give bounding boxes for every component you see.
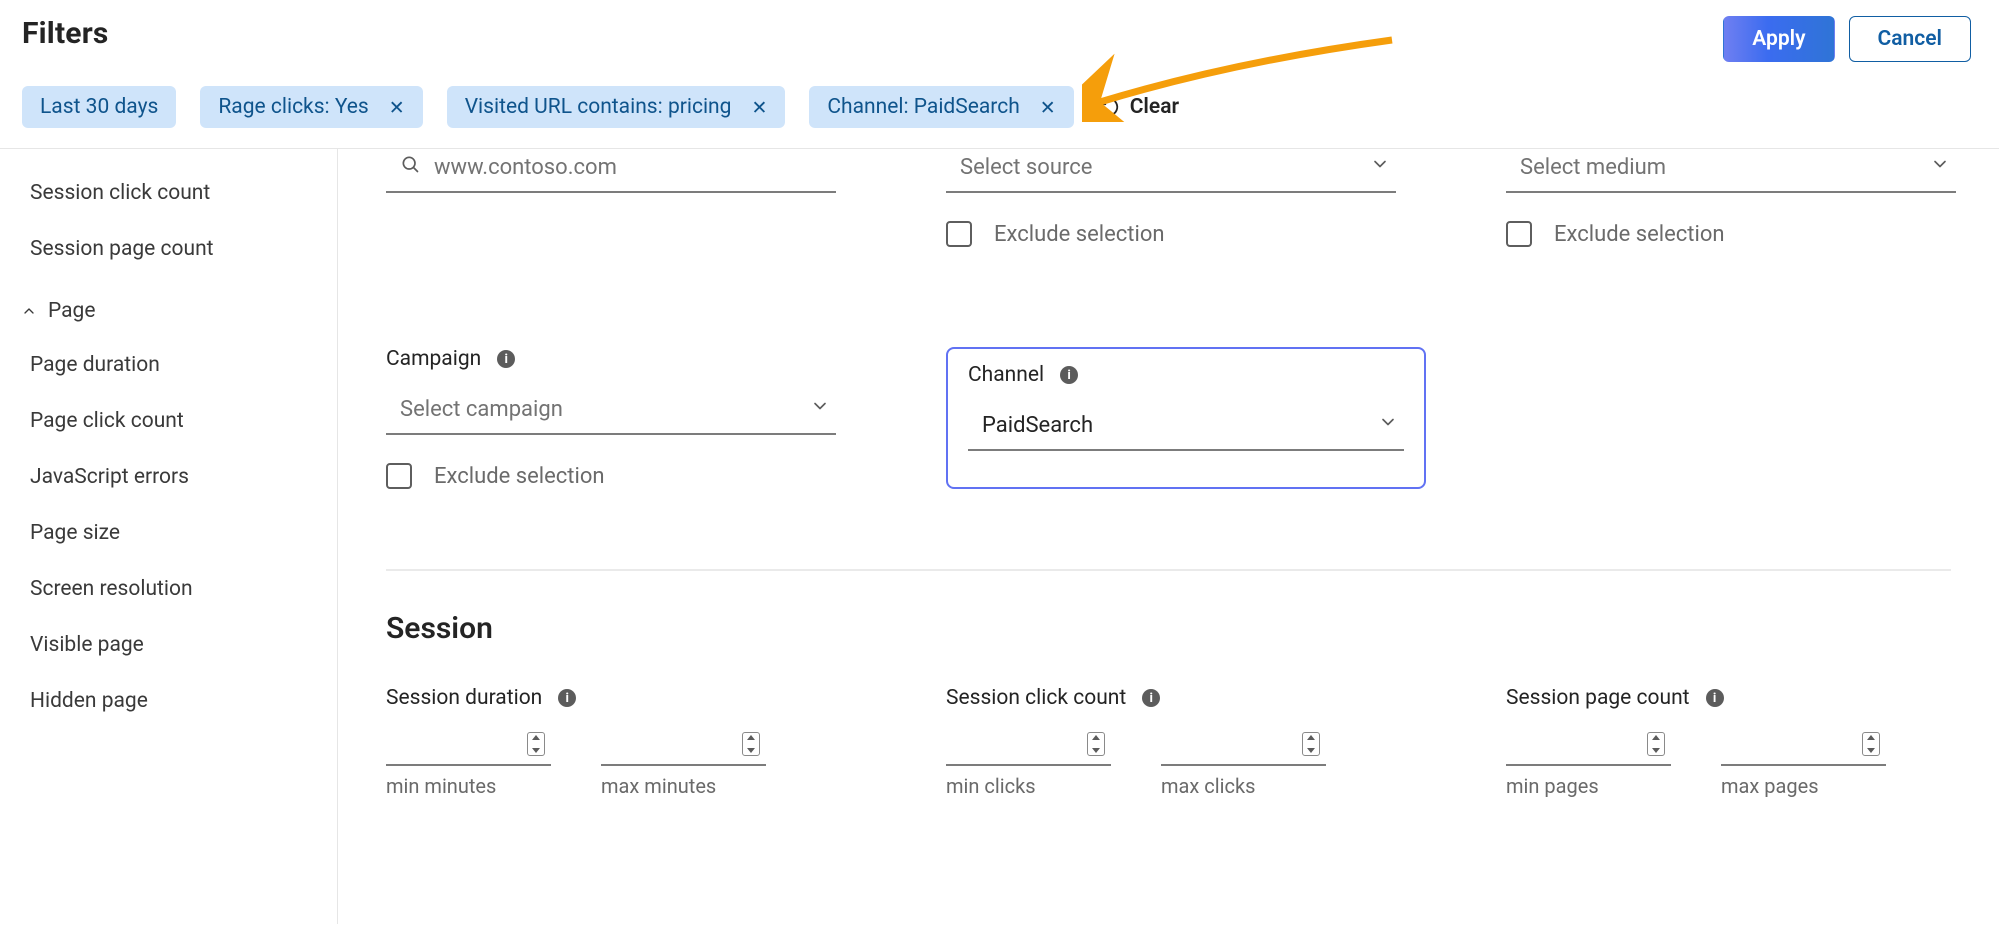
min-minutes-caption: min minutes (386, 774, 551, 798)
sidebar-group-label: Page (48, 299, 96, 323)
number-spinner[interactable] (1862, 732, 1880, 756)
sidebar-item-hidden-page[interactable]: Hidden page (18, 673, 327, 729)
channel-label: Channel (968, 363, 1044, 387)
session-click-count-label: Session click count (946, 686, 1126, 710)
session-clicks-max-input[interactable] (1161, 724, 1326, 766)
sidebar-item-page-size[interactable]: Page size (18, 505, 327, 561)
chip-label: Last 30 days (40, 95, 158, 119)
filter-category-sidebar: Session click count Session page count P… (0, 149, 338, 924)
source-select[interactable]: Select source (946, 149, 1396, 193)
exclude-campaign-label: Exclude selection (434, 464, 605, 489)
info-icon[interactable]: i (1060, 366, 1078, 384)
sidebar-item-page-click-count[interactable]: Page click count (18, 393, 327, 449)
close-icon[interactable]: ✕ (1040, 98, 1056, 117)
apply-button[interactable]: Apply (1723, 16, 1834, 62)
info-icon[interactable]: i (497, 350, 515, 368)
min-pages-caption: min pages (1506, 774, 1671, 798)
reset-icon (1098, 96, 1120, 118)
number-spinner[interactable] (742, 732, 760, 756)
number-spinner[interactable] (527, 732, 545, 756)
min-clicks-caption: min clicks (946, 774, 1111, 798)
number-spinner[interactable] (1647, 732, 1665, 756)
chevron-up-icon (20, 303, 38, 319)
info-icon[interactable]: i (1706, 689, 1724, 707)
sidebar-item-screen-resolution[interactable]: Screen resolution (18, 561, 327, 617)
channel-value: PaidSearch (982, 413, 1093, 438)
channel-select[interactable]: PaidSearch (968, 401, 1404, 451)
cancel-button[interactable]: Cancel (1849, 16, 1971, 62)
page-title: Filters (22, 16, 109, 51)
exclude-campaign-checkbox[interactable] (386, 463, 412, 489)
chevron-down-icon (1378, 412, 1398, 438)
clear-filters-button[interactable]: Clear (1098, 95, 1179, 119)
medium-select[interactable]: Select medium (1506, 149, 1956, 193)
filter-chip-rage-clicks[interactable]: Rage clicks: Yes ✕ (200, 86, 422, 128)
chip-label: Rage clicks: Yes (218, 95, 368, 119)
exclude-medium-label: Exclude selection (1554, 222, 1725, 247)
number-spinner[interactable] (1302, 732, 1320, 756)
sidebar-group-page[interactable]: Page (18, 277, 327, 337)
sidebar-item-session-page-count[interactable]: Session page count (18, 221, 327, 277)
campaign-placeholder: Select campaign (400, 397, 563, 422)
chevron-down-icon (810, 396, 830, 422)
session-pages-min-input[interactable] (1506, 724, 1671, 766)
url-input[interactable]: www.contoso.com (386, 149, 836, 193)
session-duration-max-input[interactable] (601, 724, 766, 766)
info-icon[interactable]: i (558, 689, 576, 707)
campaign-select[interactable]: Select campaign (386, 385, 836, 435)
exclude-source-label: Exclude selection (994, 222, 1165, 247)
session-duration-min-input[interactable] (386, 724, 551, 766)
section-divider (386, 569, 1951, 571)
close-icon[interactable]: ✕ (389, 98, 405, 117)
exclude-source-checkbox[interactable] (946, 221, 972, 247)
source-placeholder: Select source (960, 155, 1092, 180)
filter-chip-channel[interactable]: Channel: PaidSearch ✕ (809, 86, 1073, 128)
channel-field-highlighted: Channel i PaidSearch (946, 347, 1426, 489)
filter-form-area: www.contoso.com Select source Exclude se… (338, 149, 1999, 924)
max-pages-caption: max pages (1721, 774, 1886, 798)
chip-label: Channel: PaidSearch (827, 95, 1019, 119)
filter-chip-bar: Last 30 days Rage clicks: Yes ✕ Visited … (0, 62, 1999, 149)
max-clicks-caption: max clicks (1161, 774, 1326, 798)
close-icon[interactable]: ✕ (751, 98, 767, 117)
url-input-value: www.contoso.com (434, 155, 830, 180)
search-icon (400, 154, 420, 180)
sidebar-item-page-duration[interactable]: Page duration (18, 337, 327, 393)
sidebar-item-session-click-count[interactable]: Session click count (18, 165, 327, 221)
sidebar-item-javascript-errors[interactable]: JavaScript errors (18, 449, 327, 505)
session-pages-max-input[interactable] (1721, 724, 1886, 766)
session-clicks-min-input[interactable] (946, 724, 1111, 766)
chevron-down-icon (1370, 154, 1390, 180)
filter-chip-date-range[interactable]: Last 30 days (22, 86, 176, 128)
medium-placeholder: Select medium (1520, 155, 1666, 180)
campaign-label: Campaign (386, 347, 481, 371)
chevron-down-icon (1930, 154, 1950, 180)
session-page-count-label: Session page count (1506, 686, 1690, 710)
number-spinner[interactable] (1087, 732, 1105, 756)
max-minutes-caption: max minutes (601, 774, 766, 798)
sidebar-item-visible-page[interactable]: Visible page (18, 617, 327, 673)
session-duration-label: Session duration (386, 686, 542, 710)
clear-label: Clear (1130, 95, 1179, 119)
session-section-heading: Session (386, 611, 1951, 646)
exclude-medium-checkbox[interactable] (1506, 221, 1532, 247)
info-icon[interactable]: i (1142, 689, 1160, 707)
filter-chip-visited-url[interactable]: Visited URL contains: pricing ✕ (447, 86, 786, 128)
chip-label: Visited URL contains: pricing (465, 95, 732, 119)
